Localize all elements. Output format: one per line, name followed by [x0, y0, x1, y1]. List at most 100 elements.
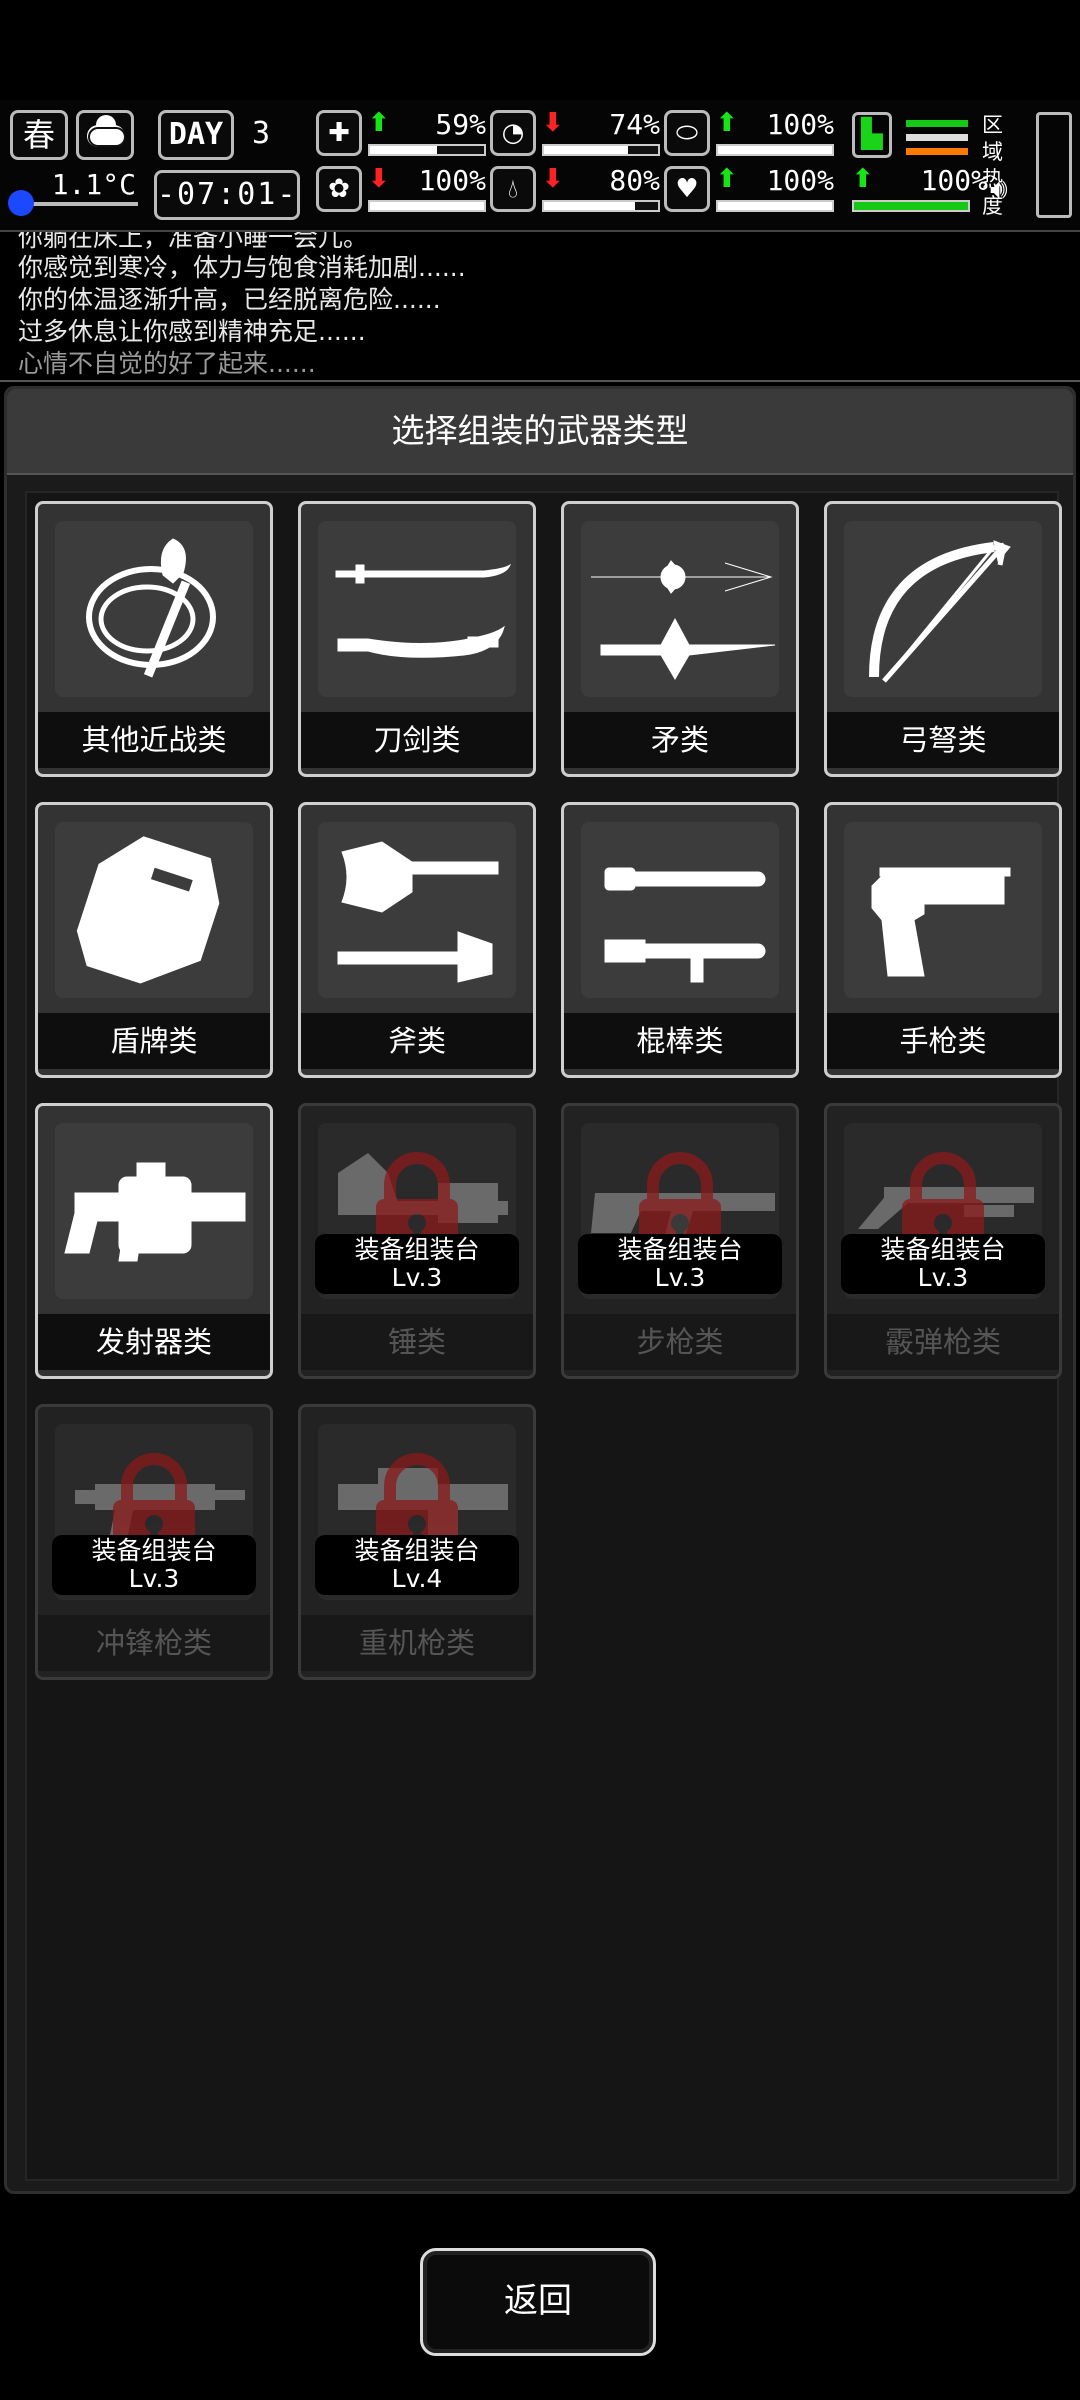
trend-arrow-icon: ⬆ — [716, 108, 738, 138]
stat-hunger[interactable]: ◔ ⬇ 74% — [490, 108, 660, 162]
stomach-icon: ◔ — [490, 110, 536, 156]
back-button[interactable]: 返回 — [420, 2248, 656, 2356]
requirement-name: 装备组装台 — [880, 1235, 1006, 1264]
stat-health[interactable]: ✚ ⬆ 59% — [316, 108, 486, 162]
log-line: 心情不自觉的好了起来...... — [18, 349, 316, 378]
heat-bar-green — [906, 120, 968, 127]
weapon-category-card: 装备组装台 Lv.4 重机枪类 — [298, 1404, 536, 1680]
stat-value: 100% — [766, 108, 834, 141]
weapon-category-card: 装备组装台 Lv.3 霰弹枪类 — [824, 1103, 1062, 1379]
weapon-category-card: 装备组装台 Lv.3 冲锋枪类 — [35, 1404, 273, 1680]
unlock-requirement: 装备组装台 Lv.3 — [315, 1234, 519, 1294]
stat-bar — [542, 144, 660, 156]
pistol-icon — [844, 822, 1042, 998]
shovel-whip-icon — [55, 521, 253, 697]
requirement-name: 装备组装台 — [617, 1235, 743, 1264]
weapon-category-card[interactable]: 斧类 — [298, 802, 536, 1078]
category-label: 发射器类 — [38, 1314, 270, 1370]
weapon-category-card[interactable]: 发射器类 — [35, 1103, 273, 1379]
stat-mood[interactable]: ♥ ⬆ 100% — [664, 164, 834, 218]
weapon-category-card: 装备组装台 Lv.3 锤类 — [298, 1103, 536, 1379]
requirement-name: 装备组装台 — [354, 1235, 480, 1264]
log-line: 你感觉到寒冷，体力与饱食消耗加剧...... — [18, 253, 466, 282]
weapon-category-card[interactable]: 棍棒类 — [561, 802, 799, 1078]
stat-bar — [542, 200, 660, 212]
speaker-icon[interactable]: 🔊︎ — [990, 172, 1008, 206]
water-drop-icon: 💧︎ — [490, 166, 536, 212]
stat-value: 100% — [920, 164, 988, 197]
temperature-value: 1.1°C — [51, 168, 136, 201]
riot-shield-icon — [55, 822, 253, 998]
trend-arrow-icon: ⬇ — [542, 164, 564, 194]
unlock-requirement: 装备组装台 Lv.4 — [315, 1535, 519, 1595]
weapon-category-card[interactable]: 盾牌类 — [35, 802, 273, 1078]
bow-icon — [844, 521, 1042, 697]
trend-arrow-icon: ⬇ — [542, 108, 564, 138]
requirement-name: 装备组装台 — [91, 1536, 217, 1565]
weapon-category-card[interactable]: 手枪类 — [824, 802, 1062, 1078]
requirement-level: Lv.3 — [128, 1564, 180, 1593]
heat-bar-white — [906, 134, 968, 141]
category-label: 手枪类 — [827, 1013, 1059, 1069]
stat-bar — [368, 200, 486, 212]
status-hud: 春 1.1°C DAY 3 -07:01- ✚ ⬆ 59% ◔ ⬇ 74% ⬭ ⬆ 100% ✿ ⬇… — [0, 100, 1080, 230]
stat-mental[interactable]: ✿ ⬇ 100% — [316, 164, 486, 218]
requirement-level: Lv.3 — [391, 1263, 443, 1292]
category-label: 霰弹枪类 — [827, 1314, 1059, 1370]
category-label: 锤类 — [301, 1314, 533, 1370]
weapon-category-card[interactable]: 矛类 — [561, 501, 799, 777]
medkit-icon: ✚ — [316, 110, 362, 156]
log-line: 你的体温逐渐升高，已经脱离危险...... — [18, 285, 441, 314]
stat-stamina[interactable]: ⬭ ⬆ 100% — [664, 108, 834, 162]
temperature-gauge: 1.1°C — [8, 168, 138, 218]
trend-arrow-icon: ⬆ — [716, 164, 738, 194]
weapon-category-grid: 其他近战类 刀剑类 矛类 弓弩类 盾牌类 斧类 棍棒类 手枪类 发射器类 装备组装台 Lv.3 锤类装… — [25, 491, 1062, 2181]
weapon-category-card[interactable]: 刀剑类 — [298, 501, 536, 777]
category-label: 其他近战类 — [38, 712, 270, 768]
trend-arrow-icon: ⬆ — [368, 108, 390, 138]
stat-thirst[interactable]: 💧︎ ⬇ 80% — [490, 164, 660, 218]
unlock-requirement: 装备组装台 Lv.3 — [841, 1234, 1045, 1294]
unlock-requirement: 装备组装台 Lv.3 — [578, 1234, 782, 1294]
category-label: 重机枪类 — [301, 1615, 533, 1671]
stat-value: 59% — [435, 108, 486, 141]
grenade-launcher-icon — [55, 1123, 253, 1299]
requirement-name: 装备组装台 — [354, 1536, 480, 1565]
dialog-title: 选择组装的武器类型 — [391, 411, 689, 450]
category-label: 刀剑类 — [301, 712, 533, 768]
category-label: 矛类 — [564, 712, 796, 768]
stat-bar — [852, 200, 970, 212]
weapon-category-card: 装备组装台 Lv.3 步枪类 — [561, 1103, 799, 1379]
day-label: DAY — [158, 110, 234, 160]
weapon-category-card[interactable]: 弓弩类 — [824, 501, 1062, 777]
requirement-level: Lv.3 — [654, 1263, 706, 1292]
dialog-header: 选择组装的武器类型 — [7, 389, 1073, 475]
category-label: 冲锋枪类 — [38, 1615, 270, 1671]
heat-bar-orange — [906, 148, 968, 155]
message-log[interactable]: 你躺在床上，准备小睡一会儿。 你感觉到寒冷，体力与饱食消耗加剧...... 你的… — [0, 230, 1080, 382]
game-clock: -07:01- — [154, 170, 300, 220]
boot-icon: ▙ — [852, 112, 892, 158]
capsule-icon: ⬭ — [664, 110, 710, 156]
stat-value: 100% — [766, 164, 834, 197]
stat-value: 80% — [609, 164, 660, 197]
category-label: 棍棒类 — [564, 1013, 796, 1069]
weather-cloud-icon — [76, 110, 134, 160]
spear-icon — [581, 521, 779, 697]
day-number: 3 — [252, 116, 271, 151]
thermometer-icon — [8, 190, 34, 216]
stat-bar — [368, 144, 486, 156]
category-label: 步枪类 — [564, 1314, 796, 1370]
category-label: 弓弩类 — [827, 712, 1059, 768]
sword-icon — [318, 521, 516, 697]
heart-icon: ♥ — [664, 166, 710, 212]
brain-icon: ✿ — [316, 166, 362, 212]
category-label: 斧类 — [301, 1013, 533, 1069]
weapon-category-card[interactable]: 其他近战类 — [35, 501, 273, 777]
axe-icon — [318, 822, 516, 998]
category-label: 盾牌类 — [38, 1013, 270, 1069]
stat-bar — [716, 200, 834, 212]
requirement-level: Lv.4 — [391, 1564, 443, 1593]
trend-arrow-icon: ⬇ — [368, 164, 390, 194]
stat-value: 100% — [418, 164, 486, 197]
